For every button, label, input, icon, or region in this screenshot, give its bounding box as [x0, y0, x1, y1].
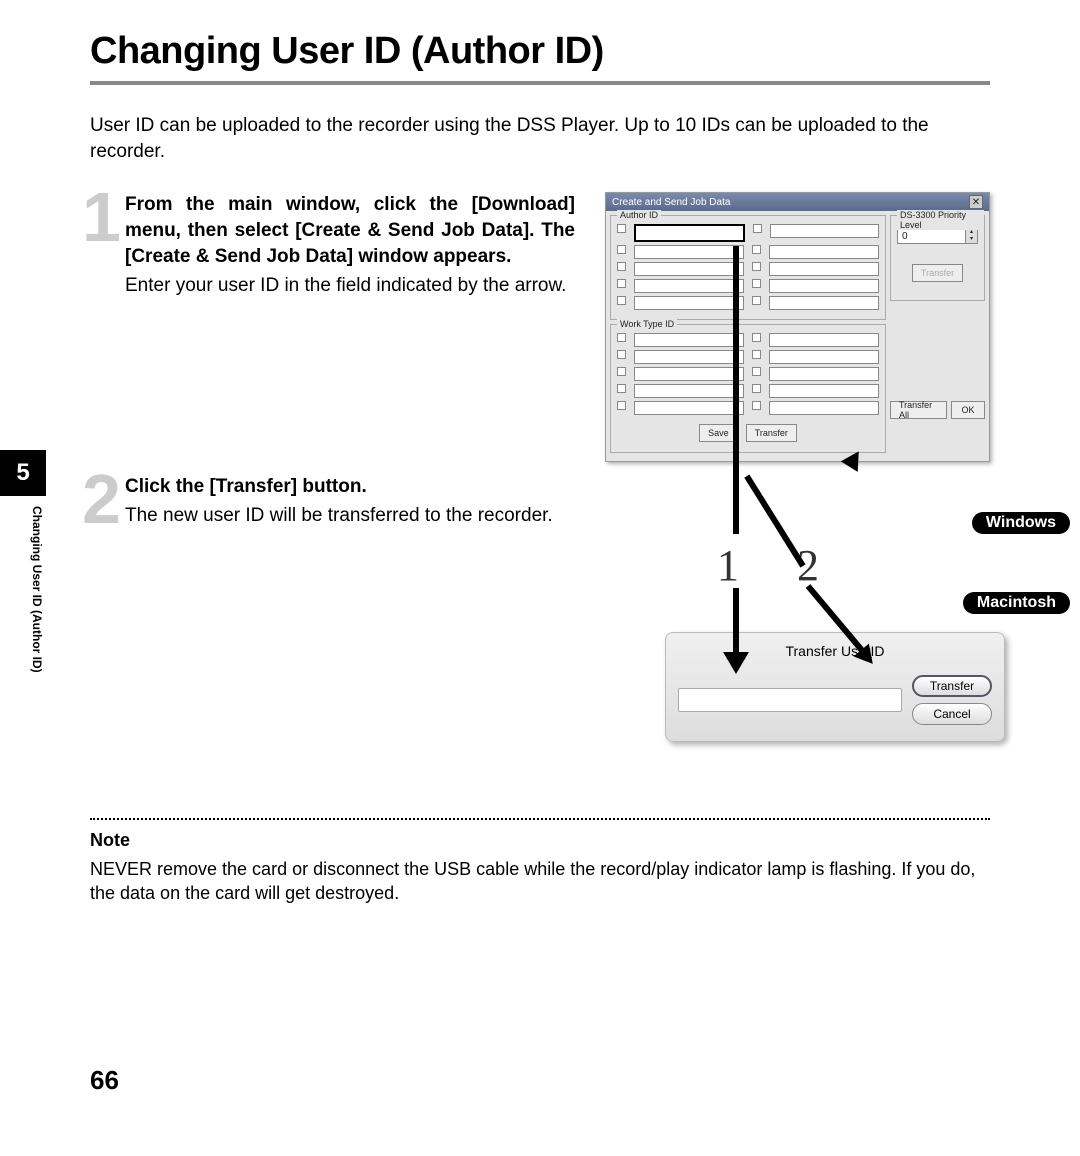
- checkbox[interactable]: [617, 367, 626, 376]
- step-number: 1: [82, 182, 121, 252]
- text-field[interactable]: [770, 224, 879, 238]
- step-1-head: From the main window, click the [Downloa…: [125, 192, 575, 269]
- checkbox[interactable]: [752, 384, 761, 393]
- checkbox[interactable]: [617, 224, 626, 233]
- text-field[interactable]: [634, 279, 744, 293]
- checkbox[interactable]: [617, 333, 626, 342]
- text-field[interactable]: [769, 296, 879, 310]
- figure-column: Create and Send Job Data ✕ Author ID Wor…: [605, 192, 990, 529]
- mac-cancel-button[interactable]: Cancel: [912, 703, 992, 725]
- text-field[interactable]: [769, 384, 879, 398]
- author-id-fieldset: Author ID: [610, 215, 886, 320]
- checkbox[interactable]: [617, 279, 626, 288]
- checkbox[interactable]: [753, 224, 762, 233]
- checkbox[interactable]: [752, 279, 761, 288]
- mac-userid-field[interactable]: [678, 688, 902, 712]
- steps-column: 1 From the main window, click the [Downl…: [90, 192, 575, 529]
- text-field[interactable]: [634, 333, 744, 347]
- spinner-down-icon[interactable]: ▾: [965, 236, 977, 243]
- checkbox[interactable]: [752, 245, 761, 254]
- chapter-tab: 5: [0, 450, 46, 496]
- author-id-legend: Author ID: [617, 210, 661, 220]
- text-field[interactable]: [769, 401, 879, 415]
- text-field[interactable]: [769, 367, 879, 381]
- windows-badge: Windows: [972, 512, 1070, 534]
- checkbox[interactable]: [617, 262, 626, 271]
- priority-legend: DS-3300 Priority Level: [897, 210, 984, 230]
- text-field[interactable]: [634, 384, 744, 398]
- spinner-up-icon[interactable]: ▴: [965, 229, 977, 236]
- text-field[interactable]: [769, 333, 879, 347]
- step-1-body: Enter your user ID in the field indicate…: [125, 273, 575, 299]
- arrow-down-icon: [723, 652, 749, 674]
- checkbox[interactable]: [752, 262, 761, 271]
- note-heading: Note: [90, 830, 990, 851]
- checkbox[interactable]: [617, 296, 626, 305]
- mac-transfer-button[interactable]: Transfer: [912, 675, 992, 697]
- mac-dialog: Transfer UserID Transfer Cancel: [665, 632, 1005, 742]
- checkbox[interactable]: [752, 333, 761, 342]
- text-field[interactable]: [769, 245, 879, 259]
- step-number: 2: [82, 464, 121, 534]
- step-2: 2 Click the [Transfer] button. The new u…: [90, 474, 575, 529]
- arrow-2a-line: [744, 475, 805, 568]
- priority-value: 0: [898, 231, 965, 242]
- windows-dialog: Create and Send Job Data ✕ Author ID Wor…: [605, 192, 990, 462]
- ok-button[interactable]: OK: [951, 401, 985, 419]
- title-rule: [90, 81, 990, 85]
- intro-text: User ID can be uploaded to the recorder …: [90, 113, 990, 164]
- worktype-id-fieldset: Work Type ID Save Transfer: [610, 324, 886, 453]
- author-id-field-highlight[interactable]: [634, 224, 745, 242]
- transfer-priority-button[interactable]: Transfer: [912, 264, 963, 282]
- close-icon[interactable]: ✕: [969, 195, 983, 209]
- page-number: 66: [90, 1065, 119, 1096]
- text-field[interactable]: [769, 350, 879, 364]
- text-field[interactable]: [634, 367, 744, 381]
- text-field[interactable]: [634, 262, 744, 276]
- page-title: Changing User ID (Author ID): [90, 30, 990, 73]
- note-body: NEVER remove the card or disconnect the …: [90, 857, 990, 906]
- note-section: Note NEVER remove the card or disconnect…: [0, 790, 990, 906]
- worktype-legend: Work Type ID: [617, 319, 677, 329]
- arrow-1-line: [733, 246, 739, 656]
- checkbox[interactable]: [752, 367, 761, 376]
- windows-titlebar[interactable]: Create and Send Job Data ✕: [606, 193, 989, 211]
- checkbox[interactable]: [752, 296, 761, 305]
- checkbox[interactable]: [752, 401, 761, 410]
- step-2-body: The new user ID will be transferred to t…: [125, 503, 575, 529]
- priority-fieldset: DS-3300 Priority Level 0 ▴▾ Transfer: [890, 215, 985, 301]
- text-field[interactable]: [769, 262, 879, 276]
- checkbox[interactable]: [617, 384, 626, 393]
- callout-1: 1: [717, 540, 739, 591]
- windows-title-text: Create and Send Job Data: [612, 197, 730, 208]
- text-field[interactable]: [634, 401, 744, 415]
- step-2-head: Click the [Transfer] button.: [125, 474, 575, 500]
- checkbox[interactable]: [617, 401, 626, 410]
- transfer-button[interactable]: Transfer: [746, 424, 797, 442]
- text-field[interactable]: [769, 279, 879, 293]
- checkbox[interactable]: [617, 350, 626, 359]
- save-button[interactable]: Save: [699, 424, 738, 442]
- checkbox[interactable]: [752, 350, 761, 359]
- step-1: 1 From the main window, click the [Downl…: [90, 192, 575, 299]
- side-label: Changing User ID (Author ID): [30, 506, 44, 673]
- macintosh-badge: Macintosh: [963, 592, 1070, 614]
- text-field[interactable]: [634, 350, 744, 364]
- text-field[interactable]: [634, 296, 744, 310]
- text-field[interactable]: [634, 245, 744, 259]
- checkbox[interactable]: [617, 245, 626, 254]
- dotted-rule: [90, 818, 990, 820]
- transfer-all-button[interactable]: Transfer All: [890, 401, 947, 419]
- priority-spinner[interactable]: 0 ▴▾: [897, 228, 978, 244]
